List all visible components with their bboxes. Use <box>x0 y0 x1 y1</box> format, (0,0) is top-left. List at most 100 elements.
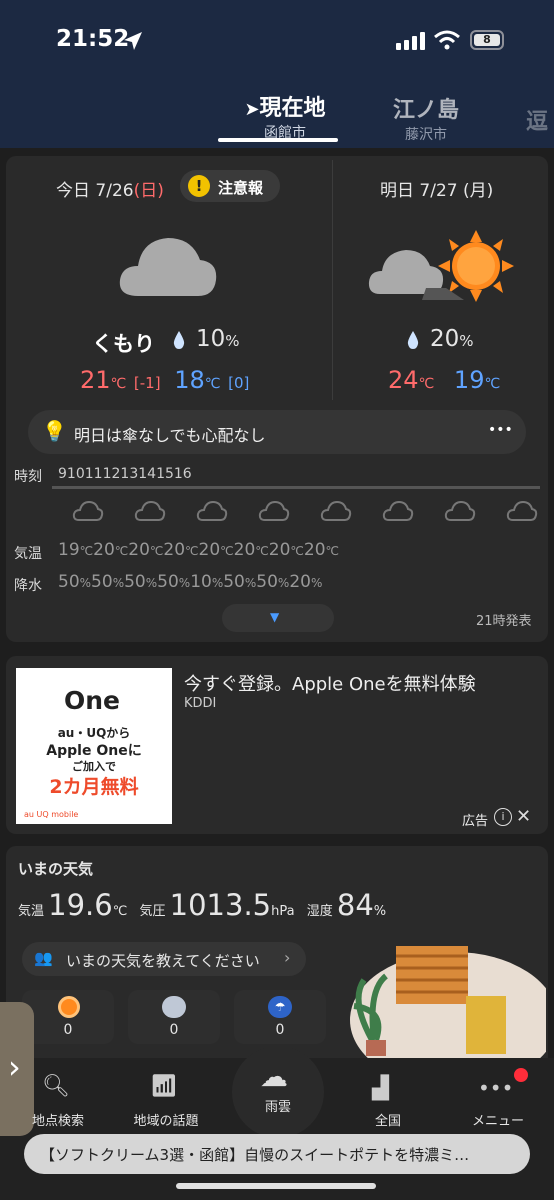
report-count: 0 <box>169 1022 179 1038</box>
hours-cell: 15 <box>156 466 174 482</box>
tab-zushi[interactable]: 逗 <box>526 104 548 136</box>
umbrella-icon: ☂ <box>268 996 292 1018</box>
cloud-icon <box>72 500 104 521</box>
report-prompt: いまの天気を教えてください <box>66 952 260 970</box>
adchoices-icon[interactable]: i <box>494 808 512 826</box>
menu-dots-icon[interactable]: ••• <box>478 1076 513 1100</box>
current-weather-title: いまの天気 <box>18 860 94 878</box>
rain-cloud-button[interactable]: ☁ <box>232 1046 324 1138</box>
chevron-down-icon: ▼ <box>270 610 280 624</box>
divider <box>332 160 333 400</box>
ad-label: 広告 <box>462 814 489 829</box>
news-ticker[interactable]: 【ソフトクリーム3選・函館】自慢のスイートポテトを特濃ミ… <box>24 1134 530 1174</box>
notification-dot <box>514 1068 528 1082</box>
report-rainy-card[interactable]: ☂ 0 <box>234 990 326 1044</box>
ad-sponsor: KDDI <box>184 696 217 711</box>
cell-value: 50 <box>124 572 146 592</box>
tomorrow-high: 24 <box>388 366 419 394</box>
rss-icon[interactable]: 📶︎ <box>150 1074 178 1099</box>
search-icon[interactable]: 🔍︎ <box>42 1074 70 1099</box>
cell-unit: ℃ <box>79 544 94 558</box>
temp-unit: ℃ <box>112 904 128 919</box>
tip-banner[interactable]: 💡 明日は傘なしでも心配なし ••• <box>28 410 526 454</box>
nav-menu[interactable]: メニュー <box>448 1110 548 1129</box>
rain-label: 降水 <box>14 578 42 594</box>
battery-level: 8 <box>474 34 500 46</box>
today-temps: 21℃ [-1] 18℃ [0] <box>80 366 249 394</box>
cell-value: 20 <box>163 540 186 560</box>
rain-cloud-icon: ☁ <box>260 1060 288 1093</box>
alert-badge[interactable]: ! 注意報 <box>180 170 280 202</box>
tab-enoshima[interactable]: 江ノ島 藤沢市 <box>376 92 476 144</box>
hours-cell: 11 <box>85 466 103 482</box>
today-header: 今日 7/26(日) <box>56 176 164 201</box>
current-humidity: 84 <box>336 888 374 922</box>
temps-cell: 20℃ <box>234 540 269 560</box>
temp-unit: ℃ <box>110 376 127 392</box>
today-weekday: (日) <box>133 181 164 201</box>
temps-cell: 20℃ <box>269 540 304 560</box>
cell-value: 20 <box>198 540 221 560</box>
expand-button[interactable]: ▼ <box>222 604 334 632</box>
lightbulb-icon: 💡 <box>42 419 67 443</box>
alert-label: 注意報 <box>218 179 264 197</box>
tip-text: 明日は傘なしでも心配なし <box>74 426 266 445</box>
cell-unit: % <box>112 576 125 590</box>
ad-image[interactable]: One au・UQから Apple Oneに ご加入で 2カ月無料 au UQ … <box>16 668 172 824</box>
hour-icon-row <box>58 498 548 528</box>
pct-unit: % <box>225 332 240 350</box>
cloud-icon <box>382 500 414 521</box>
tab-current-location[interactable]: ➤現在地 函館市 <box>230 90 340 142</box>
today-high-diff: [-1] <box>133 374 161 392</box>
map-icon[interactable]: ▟ <box>372 1076 389 1101</box>
rains-cell: 10% <box>190 572 223 592</box>
hour-row: 910111213141516 <box>58 466 548 488</box>
location-arrow-icon <box>124 32 142 50</box>
hours-cell: 14 <box>138 466 156 482</box>
ad-line: au・UQから <box>57 726 131 740</box>
cell-value: 19 <box>58 540 80 560</box>
cell-unit: ℃ <box>114 544 129 558</box>
hours-cell: 12 <box>103 466 121 482</box>
home-indicator <box>176 1183 376 1189</box>
cloud-icon <box>444 500 476 521</box>
temps-cell: 20℃ <box>304 540 339 560</box>
signal-icon <box>396 32 425 50</box>
ad-highlight: 2カ月無料 <box>49 776 139 798</box>
pressure-label: 気圧 <box>139 904 166 919</box>
nav-national[interactable]: 全国 <box>338 1110 438 1129</box>
today-low: 18 <box>174 366 205 394</box>
report-sunny-card[interactable]: 0 <box>22 990 114 1044</box>
cell-unit: ℃ <box>185 544 199 558</box>
hours-cell: 13 <box>120 466 138 482</box>
tomorrow-date: 明日 7/27 (月) <box>380 181 494 201</box>
close-icon[interactable]: ✕ <box>516 806 531 827</box>
cell-value: 20 <box>128 540 150 560</box>
nav-rain[interactable]: 雨雲 <box>228 1096 328 1115</box>
ad-title[interactable]: 今すぐ登録。Apple Oneを無料体験 <box>184 670 476 696</box>
nav-topics[interactable]: 地域の話題 <box>116 1110 216 1129</box>
cell-value: 20 <box>268 540 291 560</box>
cell-value: 20 <box>233 540 256 560</box>
rains-cell: 20% <box>289 572 322 592</box>
status-time: 21:52 <box>56 26 130 52</box>
cell-unit: % <box>310 576 323 590</box>
temp-label: 気温 <box>14 546 42 562</box>
rains-cell: 50% <box>256 572 289 592</box>
report-cloudy-card[interactable]: 0 <box>128 990 220 1044</box>
rains-cell: 50% <box>223 572 256 592</box>
nav-search[interactable]: 地点検索 <box>8 1110 108 1129</box>
report-weather-button[interactable]: 👥 いまの天気を教えてください › <box>22 942 306 976</box>
cell-unit: % <box>145 576 158 590</box>
cloud-icon <box>119 238 217 296</box>
today-condition: くもり <box>92 332 155 356</box>
hours-cell: 16 <box>174 466 192 482</box>
cloud-icon <box>134 500 166 521</box>
cloud-icon <box>196 500 228 521</box>
cell-value: 50 <box>256 572 278 592</box>
hours-cell: 10 <box>67 466 85 482</box>
pct-unit: % <box>459 332 474 350</box>
temp-unit: ℃ <box>204 376 221 392</box>
more-icon[interactable]: ••• <box>488 422 513 438</box>
rain-row: 50%50%50%50%10%50%50%20% <box>58 572 548 596</box>
